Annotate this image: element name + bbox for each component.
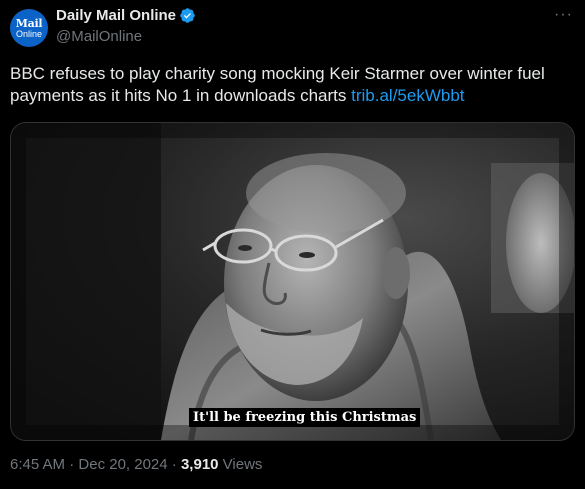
display-name-text: Daily Mail Online: [56, 7, 177, 24]
tweet-meta: 6:45 AM · Dec 20, 2024 · 3,910 Views: [10, 456, 262, 473]
video-caption: It'll be freezing this Christmas: [189, 408, 421, 427]
video-frame: [11, 123, 574, 440]
tweet-time[interactable]: 6:45 AM: [10, 456, 65, 473]
views-count: 3,910: [180, 456, 219, 473]
video-media[interactable]: It'll be freezing this Christmas: [10, 122, 575, 441]
meta-separator: ·: [167, 456, 181, 473]
meta-separator: ·: [65, 456, 79, 473]
views-label: Views: [218, 456, 263, 473]
handle[interactable]: @MailOnline: [56, 28, 142, 45]
more-options-icon[interactable]: ···: [554, 6, 573, 24]
display-name[interactable]: Daily Mail Online: [56, 7, 196, 24]
tweet-link[interactable]: trib.al/5ekWbbt: [351, 86, 464, 105]
tweet-date[interactable]: Dec 20, 2024: [78, 456, 167, 473]
tweet-text: BBC refuses to play charity song mocking…: [10, 63, 575, 107]
avatar[interactable]: Mail Online: [10, 9, 48, 47]
verified-badge-icon: [180, 8, 195, 23]
avatar-logo-line1: Mail: [15, 16, 43, 30]
avatar-logo-line2: Online: [15, 28, 42, 39]
